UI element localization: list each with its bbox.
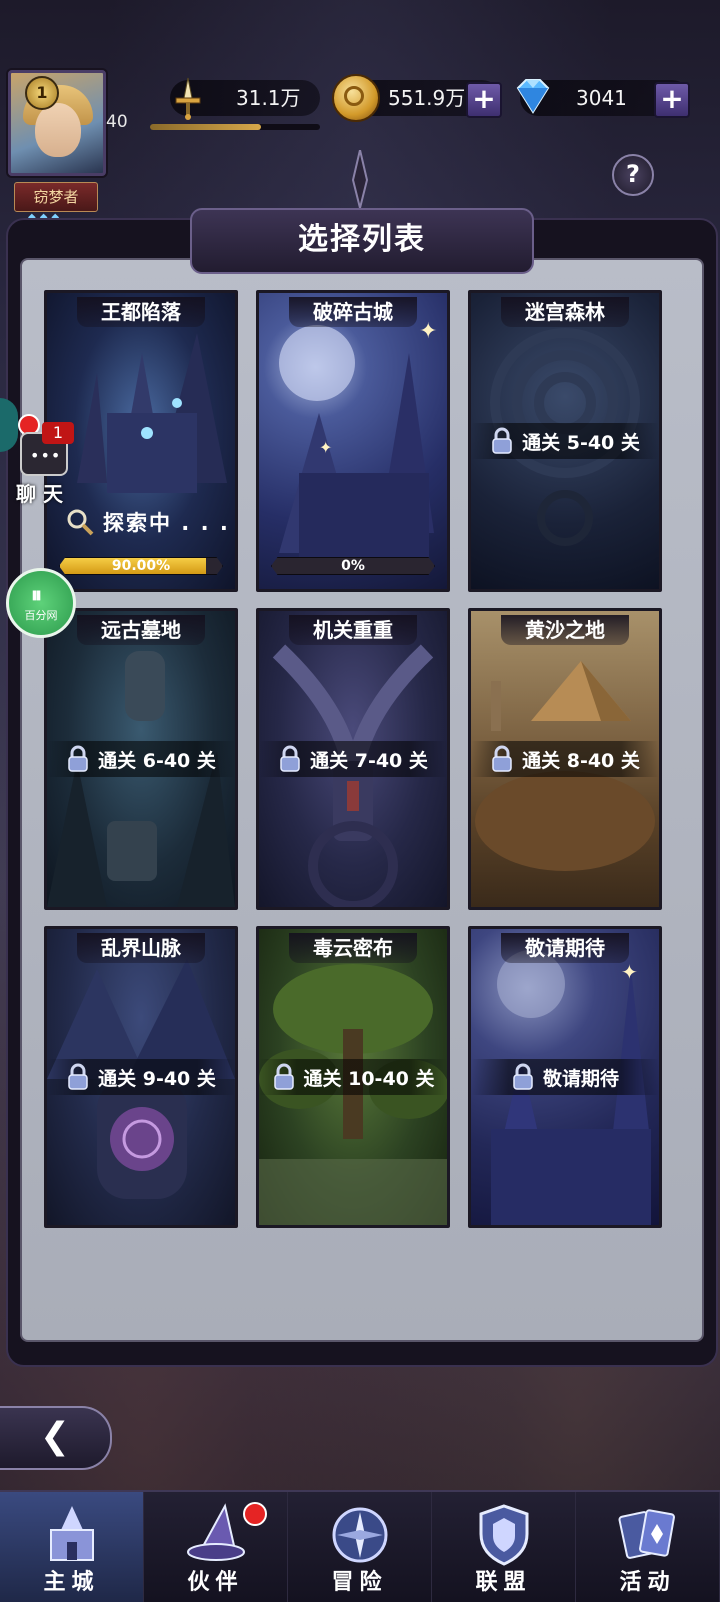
stage-name: 敬请期待: [501, 933, 629, 963]
lock-text: 通关 7-40 关: [310, 749, 428, 772]
stage-progress-bar: 90.00%: [59, 557, 223, 575]
xp-fill: [150, 124, 261, 130]
back-arrow-icon: ❮: [39, 1416, 71, 1457]
lock-icon: [273, 1063, 294, 1090]
nav-label: 伙伴: [187, 1570, 244, 1595]
lock-text: 通关 8-40 关: [522, 749, 640, 772]
lock-icon: [68, 1063, 88, 1090]
gold-value: 551.9万: [388, 86, 466, 110]
unlock-requirement: 通关 7-40 关: [259, 741, 447, 777]
unlock-requirement: 通关 6-40 关: [47, 741, 235, 777]
stage-name: 毒云密布: [289, 933, 417, 963]
unlock-requirement: 通关 8-40 关: [471, 741, 659, 777]
nav-label: 联盟: [475, 1570, 532, 1595]
svg-text:✦: ✦: [621, 960, 638, 984]
stage-card-2[interactable]: ✦ ✦ 破碎古城 0%: [256, 290, 450, 592]
stage-progress-bar: 0%: [271, 557, 435, 575]
stage-card-5[interactable]: 机关重重 通关 7-40 关: [256, 608, 450, 910]
lock-icon: [492, 427, 512, 454]
nav-adventure[interactable]: 冒险: [288, 1492, 432, 1602]
stage-card-9[interactable]: ✦ 敬请期待 敬请期待: [468, 926, 662, 1228]
stage-card-7[interactable]: 乱界山脉 通关 9-40 关: [44, 926, 238, 1228]
add-gem-button[interactable]: +: [654, 82, 690, 118]
nav-events[interactable]: 活动: [576, 1492, 720, 1602]
chat-unread-badge: 1: [42, 422, 74, 444]
lock-text: 通关 6-40 关: [98, 749, 216, 772]
floating-overlay-button[interactable]: ⏸ 百分网: [6, 568, 76, 638]
stage-card-4[interactable]: 远古墓地 通关 6-40 关: [44, 608, 238, 910]
nav-alliance[interactable]: 联盟: [432, 1492, 576, 1602]
lock-text: 通关 10-40 关: [303, 1067, 435, 1090]
top-bar: 1 40 31.1万 551.9万 + 3041 + 窃梦者 ◆◆◆: [0, 70, 720, 223]
lock-text: 通关 9-40 关: [98, 1067, 216, 1090]
nav-main-city[interactable]: 主城: [0, 1492, 144, 1602]
help-button[interactable]: ?: [612, 154, 654, 196]
stage-card-8[interactable]: 毒云密布 通关 10-40 关: [256, 926, 450, 1228]
card-art: ✦ ✦: [259, 293, 447, 589]
panel-title: 选择列表: [190, 208, 534, 274]
svg-text:✦: ✦: [419, 319, 437, 344]
stage-name: 乱界山脉: [77, 933, 205, 963]
svg-text:✦: ✦: [319, 438, 332, 457]
xp-bar: [150, 124, 320, 130]
overlay-label: 百分网: [24, 609, 58, 622]
unlock-requirement: 通关 10-40 关: [259, 1059, 447, 1095]
stage-name: 机关重重: [289, 615, 417, 645]
nav-label: 主城: [43, 1570, 100, 1595]
nav-label: 冒险: [331, 1570, 388, 1595]
stage-name: 远古墓地: [77, 615, 205, 645]
card-art: [47, 293, 235, 589]
explore-status: 探索中 . . .: [103, 511, 230, 535]
gem-resource: 3041 +: [516, 79, 690, 118]
lock-icon: [492, 745, 512, 772]
stage-name: 破碎古城: [289, 297, 417, 327]
back-button[interactable]: ❮: [0, 1406, 112, 1470]
stage-name: 迷宫森林: [501, 297, 629, 327]
castle-icon: [49, 1506, 94, 1561]
power-resource: 31.1万: [170, 77, 320, 120]
sword-icon: [175, 77, 201, 120]
lock-icon: [68, 745, 88, 772]
progress-text: 90.00%: [111, 558, 171, 574]
stage-card-3[interactable]: 迷宫森林 通关 5-40 关: [468, 290, 662, 592]
player-avatar[interactable]: 1: [8, 70, 106, 176]
partners-notification-dot: [243, 1502, 267, 1526]
broken-castle-art: ✦ ✦: [279, 319, 437, 573]
progress-text: 0%: [341, 558, 365, 574]
lock-text: 通关 5-40 关: [522, 431, 640, 454]
lock-text: 敬请期待: [542, 1067, 619, 1090]
magnifier-icon: [67, 509, 94, 536]
castle-ruins-art: [77, 333, 227, 493]
player-level-badge: 1: [25, 76, 59, 110]
player-title: 窃梦者: [14, 182, 98, 212]
diamond-icon: [516, 79, 550, 114]
cards-icon: [617, 1509, 675, 1559]
stage-card-6[interactable]: 黄沙之地 通关 8-40 关: [468, 608, 662, 910]
gem-value: 3041: [576, 86, 627, 110]
pause-icon: ⏸: [31, 583, 43, 608]
avatar-face: [35, 103, 81, 157]
power-value: 31.1万: [236, 86, 301, 110]
witch-hat-icon: [186, 1503, 245, 1561]
xp-level: 40: [106, 112, 128, 132]
stage-name: 王都陷落: [77, 297, 205, 327]
unlock-requirement: 通关 5-40 关: [471, 423, 659, 459]
gold-resource: 551.9万 +: [332, 74, 502, 122]
shield-icon: [479, 1504, 528, 1566]
nav-partners[interactable]: 伙伴: [144, 1492, 288, 1602]
unlock-requirement: 敬请期待: [471, 1059, 659, 1095]
add-gold-button[interactable]: +: [466, 82, 502, 118]
chat-button[interactable]: ••• 1 聊 天: [6, 422, 74, 506]
chat-label: 聊 天: [16, 482, 63, 506]
crest-ornament-icon: [351, 150, 369, 209]
lock-icon: [280, 745, 300, 772]
compass-icon: [332, 1507, 387, 1563]
lock-icon: [513, 1063, 533, 1090]
nav-label: 活动: [619, 1570, 676, 1595]
unlock-requirement: 通关 9-40 关: [47, 1059, 235, 1095]
stage-name: 黄沙之地: [501, 615, 629, 645]
gold-coin-icon: [332, 74, 380, 122]
bottom-nav: 主城 伙伴 冒险 联盟 活动: [0, 1490, 720, 1602]
